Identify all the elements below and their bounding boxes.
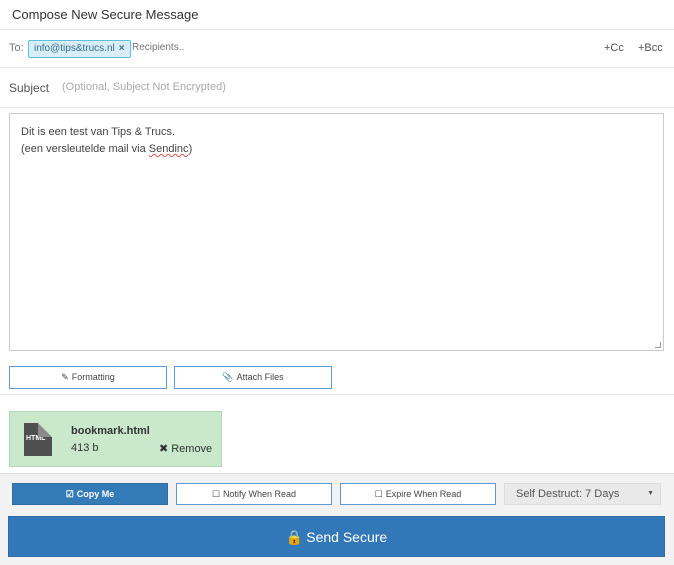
unchecked-checkbox-icon: ☐ xyxy=(211,489,221,499)
footer-bar: ☑ Copy Me ☐ Notify When Read ☐ Expire When … xyxy=(0,473,674,565)
close-icon: ✖ xyxy=(159,443,169,455)
copy-me-toggle[interactable]: ☑ Copy Me xyxy=(12,483,168,505)
notify-when-read-toggle[interactable]: ☐ Notify When Read xyxy=(176,483,332,505)
self-destruct-select[interactable]: Self Destruct: 7 Days ▼ xyxy=(504,483,661,505)
to-row: To: info@tips&trucs.nl × +Cc +Bcc xyxy=(0,30,674,68)
checked-checkbox-icon: ☑ xyxy=(65,489,74,499)
edit-icon: ✎ xyxy=(61,372,69,382)
remove-recipient-icon[interactable]: × xyxy=(119,43,125,54)
recipients-input[interactable] xyxy=(132,42,332,53)
message-body-textarea[interactable]: Dit is een test van Tips & Trucs. (een v… xyxy=(9,113,664,351)
recipient-email: info@tips&trucs.nl xyxy=(34,43,115,54)
subject-row: Subject (Optional, Subject Not Encrypted… xyxy=(0,68,674,108)
attachment-size: 413 b xyxy=(71,442,99,454)
subject-label: Subject xyxy=(9,81,50,95)
dropdown-arrow-icon: ▼ xyxy=(647,490,654,497)
expire-when-read-toggle[interactable]: ☐ Expire When Read xyxy=(340,483,496,505)
add-cc-link[interactable]: +Cc xyxy=(604,42,624,54)
subject-input[interactable]: (Optional, Subject Not Encrypted) xyxy=(62,81,226,93)
body-line-2: (een versleutelde mail via Sendinc) xyxy=(21,143,193,155)
unchecked-checkbox-icon: ☐ xyxy=(374,489,383,499)
page-title: Compose New Secure Message xyxy=(12,7,199,22)
recipient-chip[interactable]: info@tips&trucs.nl × xyxy=(28,40,131,58)
paperclip-icon: 📎 xyxy=(222,372,234,382)
attachment-filename: bookmark.html xyxy=(71,425,150,437)
html-file-icon: HTML xyxy=(24,423,52,456)
attachment-card: HTML bookmark.html 413 b ✖ Remove xyxy=(9,411,222,467)
compose-header: Compose New Secure Message xyxy=(0,0,674,30)
body-line-1: Dit is een test van Tips & Trucs. xyxy=(21,126,176,138)
resize-handle[interactable] xyxy=(655,342,661,348)
add-bcc-link[interactable]: +Bcc xyxy=(638,42,663,54)
lock-icon: 🔒 xyxy=(285,529,304,545)
attach-files-button[interactable]: 📎 Attach Files xyxy=(174,366,332,389)
formatting-button[interactable]: ✎ Formatting xyxy=(9,366,167,389)
misspelled-word: Sendinc xyxy=(148,143,189,155)
to-label: To: xyxy=(9,42,24,54)
divider xyxy=(0,394,674,395)
send-secure-button[interactable]: 🔒 Send Secure xyxy=(8,516,665,557)
remove-attachment-button[interactable]: ✖ Remove xyxy=(159,442,212,455)
